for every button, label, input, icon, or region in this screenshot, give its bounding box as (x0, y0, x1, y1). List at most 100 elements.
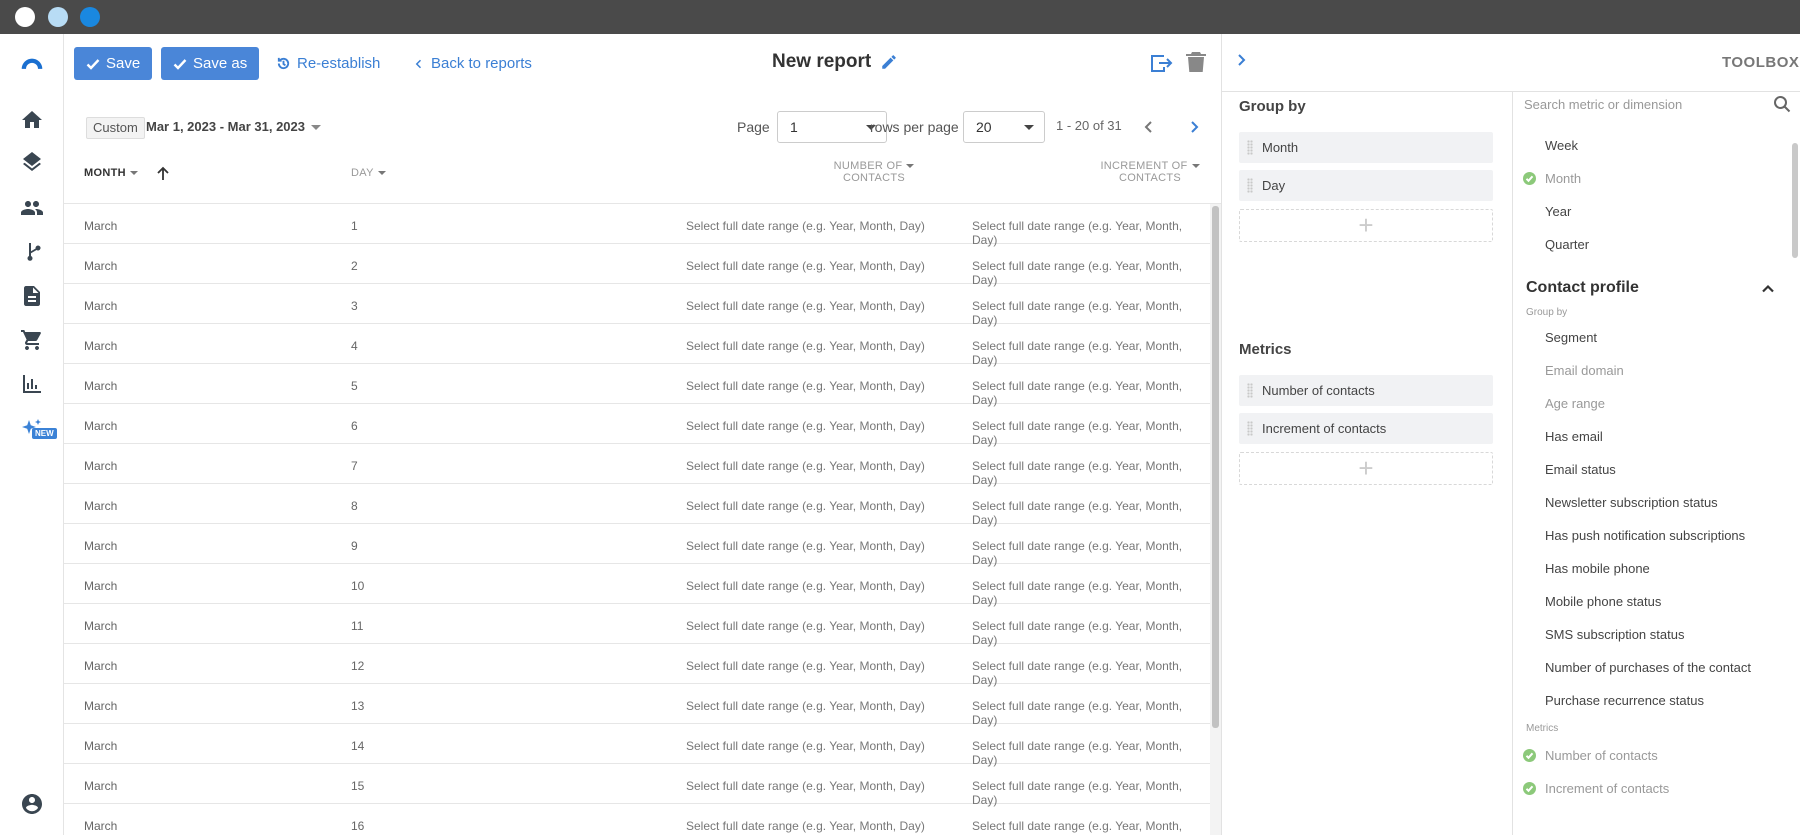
table-row[interactable]: March 15 Select full date range (e.g. Year… (64, 764, 1210, 807)
toolbox-item-dimension[interactable]: Number of purchases of the contact (1545, 660, 1751, 675)
group-by-dropzone[interactable]: + (1239, 209, 1493, 242)
table-row[interactable]: March 14 Select full date range (e.g. Year… (64, 724, 1210, 767)
cell-increment-of-contacts: Select full date range (e.g. Year, Month… (972, 699, 1183, 727)
table-row[interactable]: March 11 Select full date range (e.g. Year… (64, 604, 1210, 647)
metrics-dropzone[interactable]: + (1239, 452, 1493, 485)
toolbox-item-dimension[interactable]: Mobile phone status (1545, 594, 1661, 609)
drag-handle-icon[interactable] (1247, 421, 1253, 436)
column-header-number-of-contacts[interactable]: NUMBER OF CONTACTS (824, 160, 924, 184)
group-by-chip-month[interactable]: Month (1239, 132, 1493, 163)
column-header-noc-line2: CONTACTS (842, 172, 906, 184)
next-page-button[interactable] (1183, 116, 1205, 138)
toolbox-item-metric[interactable]: Increment of contacts (1545, 781, 1669, 796)
back-to-reports-link[interactable]: Back to reports (413, 47, 532, 80)
table-row[interactable]: March 12 Select full date range (e.g. Year… (64, 644, 1210, 687)
save-button[interactable]: Save (74, 47, 153, 80)
table-row[interactable]: March 10 Select full date range (e.g. Year… (64, 564, 1210, 607)
sort-dropdown-icon[interactable] (1191, 164, 1200, 169)
export-icon[interactable] (1149, 52, 1173, 74)
sort-dropdown-icon[interactable] (377, 171, 386, 176)
sort-ascending-icon[interactable] (156, 166, 170, 182)
save-button-label: Save (106, 55, 141, 72)
search-icon[interactable] (1773, 95, 1791, 113)
toolbox-search-input[interactable]: Search metric or dimension (1524, 97, 1682, 112)
toolbox-item-dimension[interactable]: Has email (1545, 429, 1603, 444)
window-maximize-button[interactable] (80, 7, 100, 27)
chevron-up-icon[interactable] (1761, 282, 1775, 296)
toolbox-item-dimension[interactable]: SMS subscription status (1545, 627, 1684, 642)
toolbox-item-date[interactable]: Month (1545, 171, 1581, 186)
layers-icon[interactable] (18, 150, 46, 178)
table-row[interactable]: March 8 Select full date range (e.g. Year,… (64, 484, 1210, 527)
toolbox-item-dimension[interactable]: Email domain (1545, 363, 1624, 378)
plus-icon: + (1358, 453, 1374, 483)
document-icon[interactable] (18, 282, 46, 310)
table-row[interactable]: March 6 Select full date range (e.g. Year,… (64, 404, 1210, 447)
cart-icon[interactable] (18, 326, 46, 354)
column-header-day[interactable]: DAY (351, 167, 386, 179)
date-range-chevron-down-icon[interactable] (311, 125, 321, 130)
toolbox-item-dimension[interactable]: Purchase recurrence status (1545, 693, 1704, 708)
toolbox-item-dimension[interactable]: Has push notification subscriptions (1545, 528, 1745, 543)
group-by-chip-day[interactable]: Day (1239, 170, 1493, 201)
contacts-icon[interactable] (18, 194, 46, 222)
table-row[interactable]: March 7 Select full date range (e.g. Year,… (64, 444, 1210, 487)
column-header-increment-of-contacts[interactable]: INCREMENT OF CONTACTS (1090, 160, 1210, 184)
toolbox-item-date[interactable]: Week (1545, 138, 1578, 153)
reports-chart-icon[interactable] (18, 370, 46, 398)
toolbox-item-metric[interactable]: Number of contacts (1545, 748, 1658, 763)
user-account-icon[interactable] (18, 790, 46, 818)
cell-number-of-contacts: Select full date range (e.g. Year, Month… (686, 619, 925, 633)
drag-handle-icon[interactable] (1247, 383, 1253, 398)
cell-month: March (84, 499, 118, 513)
logo-icon[interactable] (18, 48, 46, 76)
window-minimize-button[interactable] (48, 7, 68, 27)
table-row[interactable]: March 5 Select full date range (e.g. Year,… (64, 364, 1210, 407)
column-header-month[interactable]: MONTH (84, 167, 138, 179)
contact-profile-heading[interactable]: Contact profile (1526, 279, 1639, 297)
cell-day: 6 (351, 419, 358, 433)
cell-increment-of-contacts: Select full date range (e.g. Year, Month… (972, 819, 1183, 835)
cell-increment-of-contacts: Select full date range (e.g. Year, Month… (972, 499, 1183, 527)
metric-chip-increment-of-contacts[interactable]: Increment of contacts (1239, 413, 1493, 444)
table-row[interactable]: March 2 Select full date range (e.g. Year,… (64, 244, 1210, 287)
table-row[interactable]: March 13 Select full date range (e.g. Year… (64, 684, 1210, 727)
toolbox-item-dimension[interactable]: Newsletter subscription status (1545, 495, 1718, 510)
collapse-toolbox-chevron-right-icon[interactable] (1233, 52, 1249, 68)
sort-dropdown-icon[interactable] (906, 164, 915, 169)
cell-month: March (84, 619, 118, 633)
reestablish-button[interactable]: Re-establish (276, 47, 380, 80)
toolbox-item-date[interactable]: Quarter (1545, 237, 1589, 252)
prev-page-button[interactable] (1138, 116, 1160, 138)
table-row[interactable]: March 4 Select full date range (e.g. Year,… (64, 324, 1210, 367)
ai-sparkle-icon[interactable]: NEW (18, 416, 57, 444)
drag-handle-icon[interactable] (1247, 178, 1253, 193)
toolbox-scrollbar-thumb[interactable] (1792, 143, 1798, 258)
automation-flow-icon[interactable] (18, 238, 46, 266)
table-row[interactable]: March 1 Select full date range (e.g. Year,… (64, 204, 1210, 247)
toolbox-item-dimension[interactable]: Email status (1545, 462, 1616, 477)
table-scrollbar-thumb[interactable] (1212, 206, 1219, 728)
table-row[interactable]: March 9 Select full date range (e.g. Year,… (64, 524, 1210, 567)
sort-dropdown-icon[interactable] (129, 171, 138, 176)
cell-increment-of-contacts: Select full date range (e.g. Year, Month… (972, 299, 1183, 327)
metric-chip-number-of-contacts[interactable]: Number of contacts (1239, 375, 1493, 406)
custom-range-label[interactable]: Custom (86, 117, 145, 139)
window-close-button[interactable] (15, 7, 35, 27)
toolbox-item-date[interactable]: Year (1545, 204, 1571, 219)
toolbox-item-dimension[interactable]: Age range (1545, 396, 1605, 411)
rows-per-page-select[interactable]: 20 (963, 111, 1045, 143)
toolbox-item-dimension[interactable]: Has mobile phone (1545, 561, 1650, 576)
delete-trash-icon[interactable] (1186, 51, 1206, 73)
drag-handle-icon[interactable] (1247, 140, 1253, 155)
cell-number-of-contacts: Select full date range (e.g. Year, Month… (686, 259, 925, 273)
edit-title-icon[interactable] (880, 53, 898, 71)
table-row[interactable]: March 3 Select full date range (e.g. Year,… (64, 284, 1210, 327)
save-as-button[interactable]: Save as (161, 47, 260, 80)
home-icon[interactable] (18, 106, 46, 134)
cell-day: 5 (351, 379, 358, 393)
date-range-selector[interactable]: Mar 1, 2023 - Mar 31, 2023 (146, 119, 305, 134)
table-row[interactable]: March 16 Select full date range (e.g. Year… (64, 804, 1210, 835)
toolbox-item-dimension[interactable]: Segment (1545, 330, 1597, 345)
cell-day: 13 (351, 699, 365, 713)
